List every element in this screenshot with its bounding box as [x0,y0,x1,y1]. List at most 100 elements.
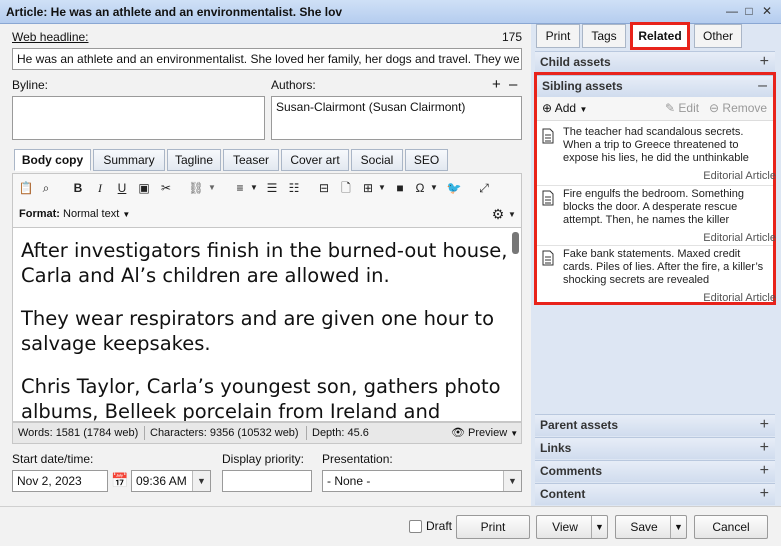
child-assets-header[interactable]: Child assets + [535,51,775,73]
authors-add-button[interactable]: + [492,76,501,93]
web-headline-input[interactable]: He was an athlete and an environmentalis… [12,48,522,70]
chevron-down-icon: ▼ [192,471,210,491]
tab-cover-art[interactable]: Cover art [281,149,349,171]
sibling-assets-list: ⊕ Add ▼ ✎ Edit ⊖ Remove The teacher had … [537,97,776,304]
tab-seo[interactable]: SEO [405,149,448,171]
expand-icon[interactable]: + [760,484,769,504]
format-label: Format: [19,208,60,220]
format-dropdown-icon: ▼ [122,210,131,219]
window-titlebar: Article: He was an athlete and an enviro… [0,0,781,24]
parent-assets-header[interactable]: Parent assets + [535,414,775,436]
editor-scroll-thumb[interactable] [512,232,519,254]
add-button[interactable]: ⊕ Add ▼ [542,101,587,115]
draft-label: Draft [426,519,453,533]
content-header[interactable]: Content + [535,483,775,505]
chevron-down-icon: ▼ [579,105,588,114]
start-date-label: Start date/time: [12,452,94,466]
side-panel: Print Tags Related Other Child assets + … [531,22,781,506]
calendar-icon[interactable]: 📅 [111,472,128,489]
body-paragraph[interactable]: They wear respirators and are given one … [21,306,511,356]
byline-input[interactable] [12,96,265,140]
comments-header[interactable]: Comments + [535,460,775,482]
presentation-select[interactable]: - None - ▼ [322,470,522,492]
view-dropdown-icon[interactable]: ▼ [591,516,607,538]
start-date-input[interactable]: Nov 2, 2023 [12,470,108,492]
expand-icon[interactable]: + [760,438,769,458]
sibling-asset-item[interactable]: The teacher had scandalous secrets. When… [541,126,776,186]
tab-tags[interactable]: Tags [582,24,626,48]
editor-statusbar: Words: 1581 (1784 web) Characters: 9356 … [12,422,522,444]
sibling-assets-actions: ⊕ Add ▼ ✎ Edit ⊖ Remove [537,97,773,121]
expand-icon[interactable]: + [760,461,769,481]
sibling-assets-header[interactable]: Sibling assets – [537,75,773,97]
paste-icon[interactable]: 📋 [17,180,35,196]
tab-print[interactable]: Print [536,24,580,48]
close-button[interactable]: ✕ [760,4,774,18]
presentation-label: Presentation: [322,452,393,466]
bold-icon[interactable]: B [69,180,87,196]
page-break-icon[interactable]: 🗋 [337,180,355,196]
tab-social[interactable]: Social [351,149,403,171]
bullet-list-icon[interactable]: ☷ [285,180,303,196]
tab-teaser[interactable]: Teaser [223,149,279,171]
preview-button[interactable]: 👁 Preview ▼ [451,423,518,444]
find-replace-icon[interactable]: ⌕ [37,180,55,196]
word-count: Words: 1581 (1784 web) [18,427,139,439]
start-time-select[interactable]: 09:36 AM ▼ [131,470,211,492]
editor-scrollbar[interactable] [512,230,519,418]
print-button[interactable]: Print [456,515,530,539]
tab-tagline[interactable]: Tagline [167,149,221,171]
sibling-asset-title: Fake bank statements. Maxed credit cards… [563,248,764,286]
collapse-icon[interactable]: – [758,76,767,96]
align-dropdown-icon[interactable]: ▼ [245,180,263,196]
sibling-asset-title: Fire engulfs the bedroom. Something bloc… [563,188,744,226]
body-paragraph[interactable]: After investigators finish in the burned… [21,238,511,288]
view-button[interactable]: View ▼ [536,515,608,539]
links-header[interactable]: Links + [535,437,775,459]
save-dropdown-icon[interactable]: ▼ [670,516,686,538]
cut-icon[interactable]: ✂ [157,180,175,196]
tab-body-copy[interactable]: Body copy [14,149,91,171]
cancel-button[interactable]: Cancel [694,515,768,539]
document-icon [542,190,554,206]
special-format-icon[interactable]: ▣ [135,180,153,196]
horizontal-rule-icon[interactable]: ⊟ [315,180,333,196]
tab-related[interactable]: Related [630,22,690,50]
display-priority-input[interactable] [222,470,312,492]
body-paragraph[interactable]: Chris Taylor, Carla’s youngest son, gath… [21,374,511,421]
link-dropdown-icon[interactable]: ▼ [203,180,221,196]
author-item[interactable]: Susan-Clairmont (Susan Clairmont) [276,100,465,114]
special-char-dropdown-icon[interactable]: ▼ [425,180,443,196]
web-headline-count: 175 [502,30,523,44]
draft-checkbox[interactable] [409,520,422,533]
remove-button[interactable]: ⊖ Remove [709,101,767,115]
sibling-asset-item[interactable]: Fire engulfs the bedroom. Something bloc… [541,188,776,248]
byline-label: Byline: [12,78,49,92]
sibling-asset-title: The teacher had scandalous secrets. When… [563,126,749,164]
underline-icon[interactable]: U [113,180,131,196]
format-select[interactable]: Normal text ▼ [63,208,130,220]
expand-icon[interactable]: + [760,415,769,435]
tab-summary[interactable]: Summary [93,149,165,171]
authors-list[interactable]: Susan-Clairmont (Susan Clairmont) [271,96,522,140]
authors-remove-button[interactable]: – [509,76,517,93]
minimize-button[interactable]: — [725,4,739,18]
save-button[interactable]: Save ▼ [615,515,687,539]
edit-button[interactable]: ✎ Edit [665,101,699,115]
video-icon[interactable]: ■ [391,180,409,196]
numbered-list-icon[interactable]: ☰ [263,180,281,196]
web-headline-label: Web headline: [12,30,89,44]
expand-icon[interactable]: + [760,52,769,72]
sibling-asset-item[interactable]: Fake bank statements. Maxed credit cards… [541,248,776,308]
fullscreen-icon[interactable]: ⤢ [475,180,493,196]
sibling-assets-panel: Sibling assets – ⊕ Add ▼ ✎ Edit ⊖ Remove [534,72,776,305]
window-title: Article: He was an athlete and an enviro… [6,5,343,19]
body-copy-editor[interactable]: After investigators finish in the burned… [12,227,522,422]
twitter-icon[interactable]: 🐦 [445,180,463,196]
settings-dropdown-icon[interactable]: ▼ [503,207,521,223]
sibling-asset-type: Editorial Article [703,292,776,304]
italic-icon[interactable]: I [91,180,109,196]
table-dropdown-icon[interactable]: ▼ [373,180,391,196]
tab-other[interactable]: Other [694,24,742,48]
maximize-button[interactable]: □ [742,4,756,18]
